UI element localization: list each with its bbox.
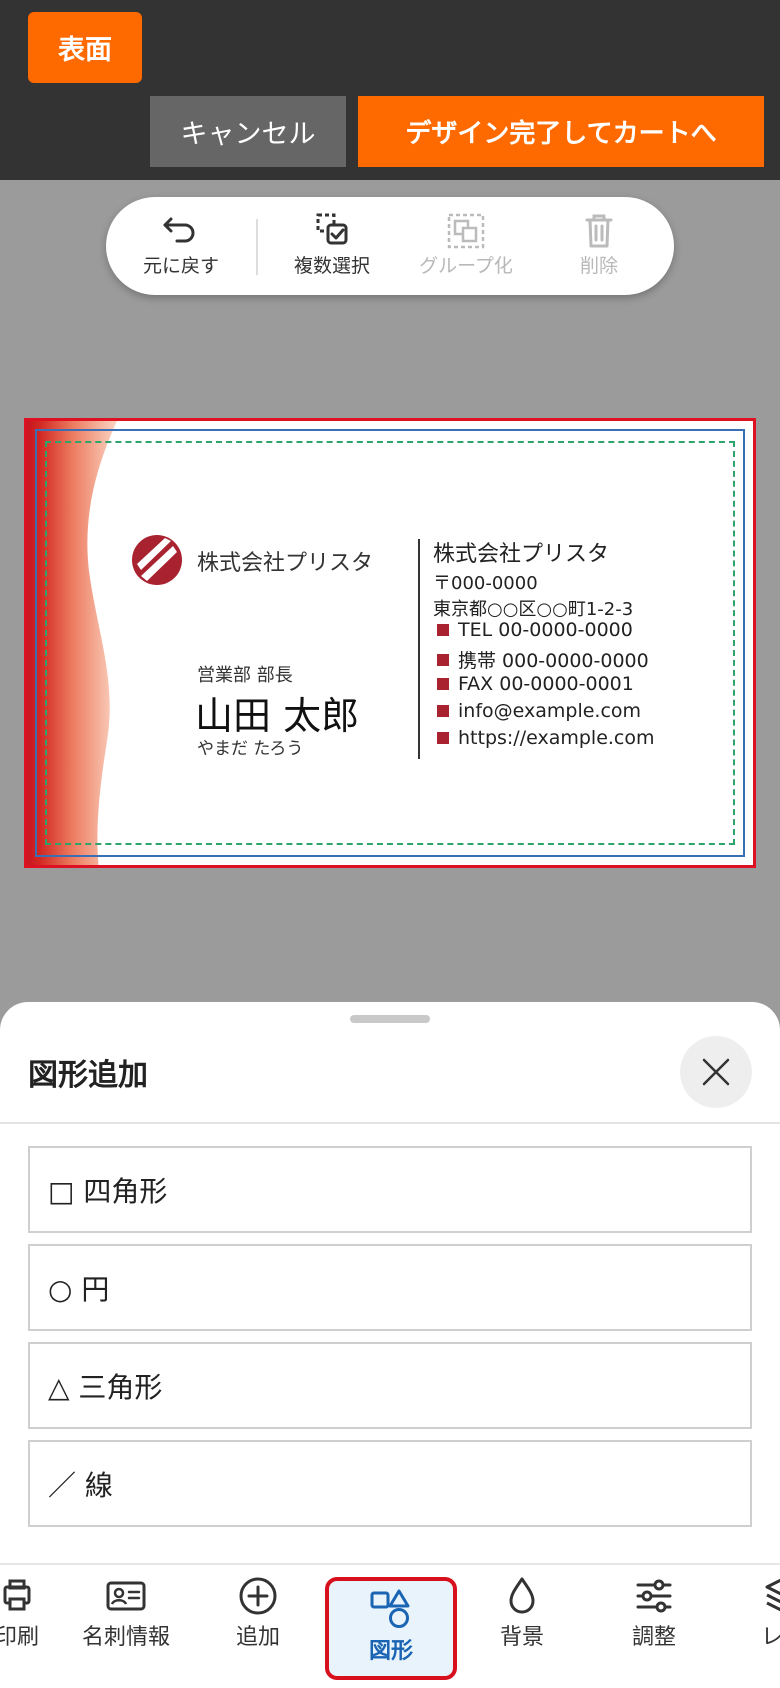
add-circle-item[interactable]: ○ 円 bbox=[28, 1244, 752, 1331]
shapes-icon bbox=[370, 1589, 410, 1628]
delete-button[interactable]: 削除 bbox=[539, 213, 659, 283]
job-position[interactable]: 営業部 部長 bbox=[197, 661, 293, 687]
toolbar-divider bbox=[256, 219, 258, 275]
print-icon bbox=[3, 1579, 31, 1611]
contact-text: TEL 00-0000-0000 bbox=[458, 619, 633, 641]
address[interactable]: 東京都○○区○○町1-2-3 bbox=[433, 595, 633, 621]
edit-toolbar: 元に戻す 複数選択 グループ化 削除 bbox=[106, 197, 674, 295]
company-name[interactable]: 株式会社プリスタ bbox=[197, 545, 373, 577]
multi-select-icon bbox=[316, 213, 348, 245]
group-button[interactable]: グループ化 bbox=[406, 213, 526, 283]
add-triangle-item[interactable]: △ 三角形 bbox=[28, 1342, 752, 1429]
card-gradient-wave bbox=[27, 421, 117, 865]
multi-select-button[interactable]: 複数選択 bbox=[272, 213, 392, 283]
contact-url[interactable]: https://example.com bbox=[437, 727, 655, 749]
bullet-square bbox=[437, 653, 449, 666]
nav-label: 印刷 bbox=[0, 1625, 39, 1650]
multi-select-label: 複数選択 bbox=[293, 255, 370, 277]
delete-label: 削除 bbox=[579, 255, 618, 277]
nav-adjust[interactable]: 調整 bbox=[589, 1575, 719, 1675]
contact-email[interactable]: info@example.com bbox=[437, 700, 641, 722]
business-card-canvas[interactable]: 株式会社プリスタ 営業部 部長 山田 太郎 やまだ たろう 株式会社プリスタ 〒… bbox=[24, 418, 756, 868]
cancel-button[interactable]: キャンセル bbox=[150, 96, 346, 167]
nav-label: 図形 bbox=[368, 1639, 413, 1664]
nav-background[interactable]: 背景 bbox=[457, 1575, 587, 1675]
group-icon bbox=[447, 213, 485, 249]
company-name-right[interactable]: 株式会社プリスタ bbox=[433, 536, 609, 568]
front-side-button[interactable]: 表面 bbox=[28, 12, 142, 83]
card-divider-line bbox=[418, 539, 420, 759]
bullet-square bbox=[437, 705, 449, 717]
bottom-nav-border bbox=[0, 1563, 780, 1565]
nav-shapes[interactable]: 図形 bbox=[325, 1577, 457, 1680]
safe-area-guide bbox=[45, 441, 735, 845]
add-line-item[interactable]: ／ 線 bbox=[28, 1440, 752, 1527]
person-name[interactable]: 山田 太郎 bbox=[195, 685, 359, 740]
sheet-title: 図形追加 bbox=[28, 1058, 148, 1093]
bullet-square bbox=[437, 732, 449, 744]
nav-card-info[interactable]: 名刺情報 bbox=[61, 1575, 191, 1675]
drop-icon bbox=[509, 1577, 535, 1614]
close-sheet-button[interactable] bbox=[680, 1036, 752, 1108]
group-label: グループ化 bbox=[419, 255, 513, 277]
contact-fax[interactable]: FAX 00-0000-0001 bbox=[437, 673, 634, 695]
company-logo bbox=[132, 535, 182, 585]
nav-layer[interactable]: レイ bbox=[718, 1575, 780, 1675]
trash-icon bbox=[585, 214, 613, 248]
nav-label: 名刺情報 bbox=[81, 1625, 170, 1650]
contact-text: 携帯 000-0000-0000 bbox=[458, 650, 649, 672]
contact-tel[interactable]: TEL 00-0000-0000 bbox=[437, 619, 633, 641]
bullet-square bbox=[437, 624, 449, 636]
undo-button[interactable]: 元に戻す bbox=[121, 213, 241, 283]
person-name-kana[interactable]: やまだ たろう bbox=[197, 734, 303, 759]
bullet-square bbox=[437, 678, 449, 690]
nav-label: レイ bbox=[760, 1625, 780, 1650]
undo-icon bbox=[163, 217, 195, 243]
finish-design-button[interactable]: デザイン完了してカートへ bbox=[358, 96, 764, 167]
top-header: 表面 キャンセル デザイン完了してカートへ bbox=[0, 0, 780, 180]
nav-label: 調整 bbox=[631, 1625, 676, 1650]
trim-guide bbox=[35, 429, 745, 857]
undo-label: 元に戻す bbox=[142, 255, 219, 277]
nav-label: 背景 bbox=[499, 1625, 544, 1650]
sliders-icon bbox=[636, 1579, 672, 1613]
postal-code[interactable]: 〒000-0000 bbox=[433, 569, 538, 595]
contact-text: FAX 00-0000-0001 bbox=[458, 673, 634, 695]
contact-text: https://example.com bbox=[458, 727, 655, 749]
add-rectangle-item[interactable]: □ 四角形 bbox=[28, 1146, 752, 1233]
layers-icon bbox=[765, 1578, 780, 1612]
nav-label: 追加 bbox=[235, 1625, 280, 1650]
add-circle-icon bbox=[239, 1577, 277, 1615]
contact-text: info@example.com bbox=[458, 700, 642, 722]
sheet-separator bbox=[0, 1122, 780, 1124]
nav-add[interactable]: 追加 bbox=[193, 1575, 323, 1675]
sheet-drag-handle[interactable] bbox=[350, 1015, 430, 1023]
close-icon bbox=[702, 1058, 730, 1086]
id-card-icon bbox=[106, 1581, 146, 1611]
contact-mobile[interactable]: 携帯 000-0000-0000 bbox=[437, 646, 649, 673]
